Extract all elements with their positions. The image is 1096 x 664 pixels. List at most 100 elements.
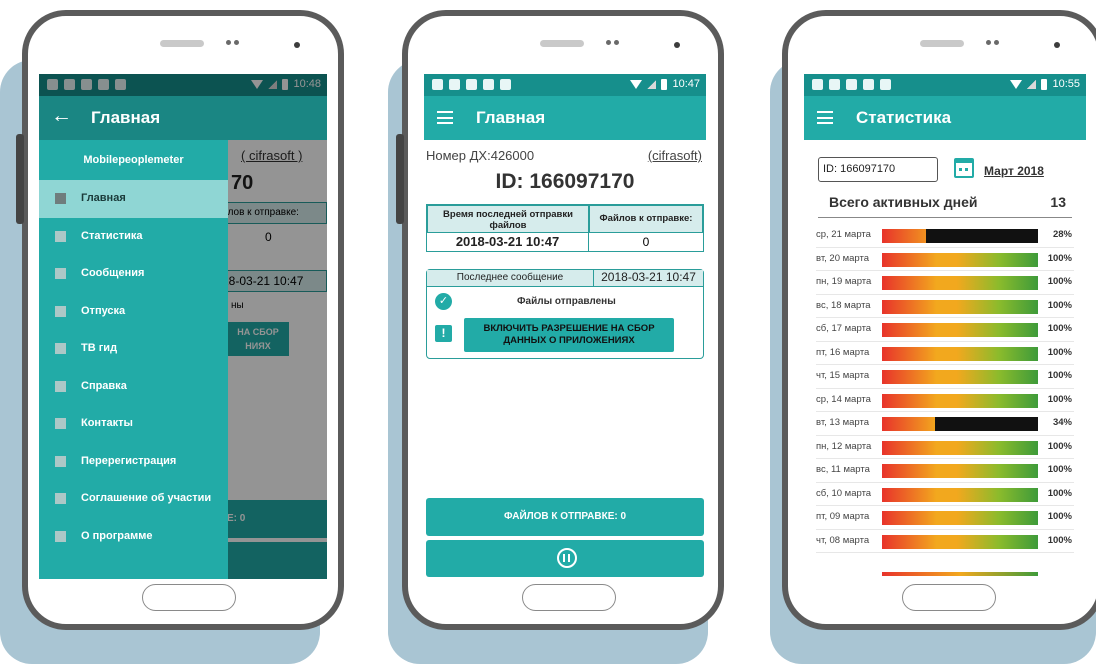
month-selector[interactable]: Март 2018 — [984, 164, 1044, 178]
drawer-item-label: Справка — [81, 379, 127, 392]
drawer-item[interactable]: Отпуска — [39, 293, 228, 331]
camera — [1054, 42, 1060, 48]
menu-icon[interactable] — [437, 111, 453, 124]
day-label: сб, 17 марта — [816, 323, 872, 334]
calendar-icon[interactable] — [954, 158, 974, 178]
app-bar-title: Главная — [91, 108, 161, 127]
notification-icon — [846, 79, 857, 90]
wifi-icon — [630, 79, 643, 89]
active-days-value: 13 — [1050, 194, 1066, 210]
pause-button[interactable] — [426, 540, 704, 577]
app-bar: Главная — [424, 96, 706, 140]
menu-item-icon — [55, 493, 66, 504]
notification-icon — [483, 79, 494, 90]
percent-label: 28% — [1052, 229, 1072, 240]
home-button[interactable] — [142, 584, 236, 611]
stat-row: пн, 19 марта 100% — [816, 271, 1074, 295]
drawer-item-label: Сообщения — [81, 267, 145, 279]
back-arrow-icon[interactable]: ← — [51, 104, 72, 128]
files-to-send-button[interactable]: ФАЙЛОВ К ОТПРАВКЕ: 0 — [426, 498, 704, 536]
drawer-item[interactable]: Главная — [39, 180, 228, 218]
drawer-item[interactable]: ТВ гид — [39, 330, 228, 368]
day-label: вс, 18 марта — [816, 299, 871, 311]
percent-label: 100% — [1047, 252, 1072, 264]
sensor — [226, 40, 231, 45]
last-send-value: 2018-03-21 10:47 — [427, 233, 589, 251]
activity-bar-track — [882, 393, 1038, 408]
drawer-title: Mobilepeoplemeter — [83, 154, 184, 166]
divider — [818, 217, 1072, 218]
side-button — [16, 134, 24, 224]
warning-icon: ! — [435, 325, 452, 342]
percent-label: 100% — [1047, 323, 1072, 334]
drawer-item[interactable]: Статистика — [39, 218, 228, 256]
last-message-date: 2018-03-21 10:47 — [593, 270, 703, 287]
drawer-item[interactable]: Контакты — [39, 405, 228, 443]
stat-row: ср, 14 марта 100% — [816, 389, 1074, 412]
speaker — [160, 40, 204, 47]
drawer-item-label: Перерегистрация — [81, 454, 177, 467]
stat-row: пт, 09 марта 100% — [816, 506, 1074, 530]
activity-bar-track — [882, 440, 1038, 455]
speaker — [920, 40, 964, 47]
home-button[interactable] — [902, 584, 996, 611]
day-label: пт, 09 марта — [816, 511, 870, 522]
notification-icon — [829, 79, 840, 90]
activity-bar-track — [882, 511, 1038, 525]
sensor — [994, 40, 999, 45]
activity-bar-fill — [882, 346, 1038, 361]
signal-icon — [647, 79, 657, 89]
activity-bar-fill — [882, 393, 1038, 408]
enable-permission-button[interactable]: ВКЛЮЧИТЬ РАЗРЕШЕНИЕ НА СБОР ДАННЫХ О ПРИ… — [464, 318, 674, 352]
dx-number: Номер ДХ:426000 — [426, 148, 535, 163]
day-label: пн, 19 марта — [816, 276, 872, 287]
drawer-item-label: Контакты — [81, 417, 133, 429]
screen-3: 10:55 Статистика ID: 166097170 Март 2018… — [804, 74, 1086, 579]
speaker — [540, 40, 584, 47]
percent-label: 100% — [1047, 370, 1072, 381]
showcase: ( cifrasoft ) 70 йлов к отправке: 0 18-0… — [0, 0, 1096, 664]
activity-bar-fill — [882, 464, 1038, 478]
menu-icon[interactable] — [817, 111, 833, 124]
check-icon: ✓ — [435, 293, 452, 310]
day-label: пн, 12 марта — [816, 440, 872, 452]
activity-bar-fill — [882, 487, 1038, 502]
percent-label: 100% — [1047, 534, 1072, 546]
cifrasoft-link[interactable]: (cifrasoft) — [648, 148, 702, 163]
drawer-item[interactable]: О программе — [39, 518, 228, 556]
menu-item-icon — [55, 343, 66, 354]
percent-label: 100% — [1047, 276, 1072, 287]
pause-circle-icon — [557, 548, 577, 568]
battery-icon — [661, 78, 668, 90]
day-label: пт, 16 марта — [816, 346, 870, 358]
home-button[interactable] — [522, 584, 616, 611]
drawer-item[interactable]: Справка — [39, 368, 228, 406]
activity-bar-fill — [882, 276, 1038, 290]
stat-row: чт, 15 марта 100% — [816, 365, 1074, 389]
stat-row: сб, 10 марта 100% — [816, 483, 1074, 506]
day-label: ср, 21 марта — [816, 229, 871, 240]
drawer-item[interactable]: Сообщения — [39, 255, 228, 293]
phone-1: ( cifrasoft ) 70 йлов к отправке: 0 18-0… — [16, 10, 344, 630]
day-label: вс, 11 марта — [816, 464, 870, 475]
drawer-item[interactable]: Перерегистрация — [39, 443, 228, 481]
activity-bar-fill — [882, 417, 936, 431]
activity-bar-track — [882, 229, 1038, 243]
drawer-item-label: Главная — [81, 192, 126, 204]
app-bar-title: Статистика — [856, 108, 952, 127]
app-bar-title: Главная — [476, 108, 546, 127]
percent-label: 100% — [1047, 299, 1072, 311]
camera — [674, 42, 680, 48]
screen-1: ( cifrasoft ) 70 йлов к отправке: 0 18-0… — [39, 74, 327, 579]
activity-bar-fill — [882, 511, 1038, 525]
drawer-item[interactable]: Соглашение об участии — [39, 480, 228, 518]
sensor — [614, 40, 619, 45]
camera — [294, 42, 300, 48]
sensor — [606, 40, 611, 45]
stat-row: вс, 18 марта 100% — [816, 295, 1074, 318]
files-sent-text: Файлы отправлены — [517, 296, 616, 307]
notification-icon — [466, 79, 477, 90]
activity-bar-track — [882, 276, 1038, 290]
percent-label: 100% — [1047, 487, 1072, 499]
last-message-panel: Последнее сообщение 2018-03-21 10:47 ✓ Ф… — [426, 269, 704, 359]
